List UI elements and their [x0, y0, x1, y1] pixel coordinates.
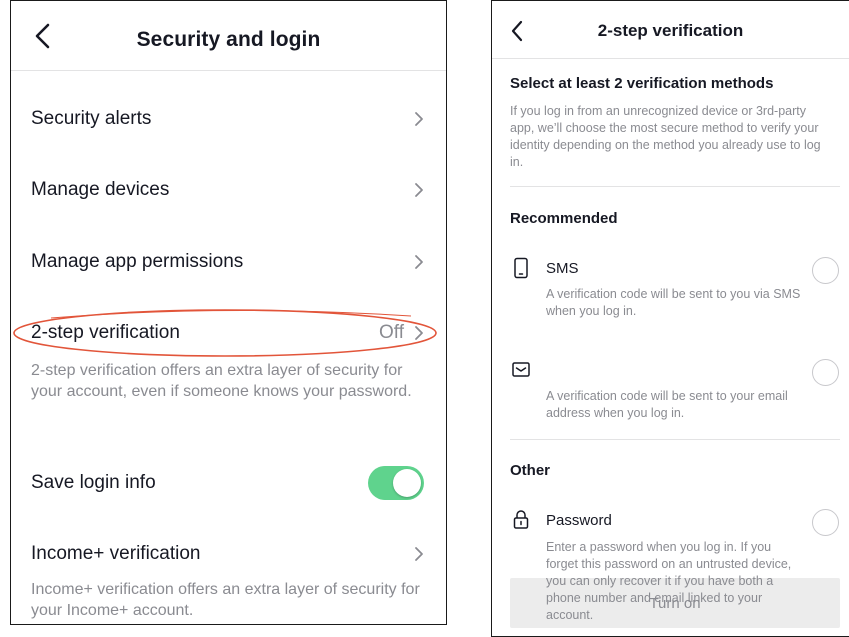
- method-name-sms: SMS: [546, 260, 579, 277]
- save-login-info-row: Save login info: [31, 466, 424, 500]
- sms-radio[interactable]: [812, 257, 839, 284]
- header: Security and login: [11, 1, 446, 71]
- row-label: Income+ verification: [31, 543, 201, 564]
- security-alerts-row[interactable]: Security alerts: [31, 104, 424, 134]
- manage-devices-row[interactable]: Manage devices: [31, 175, 424, 205]
- chevron-right-icon: [415, 326, 423, 340]
- row-label: Manage app permissions: [31, 251, 244, 272]
- row-label: Manage devices: [31, 179, 170, 200]
- intro-text: If you log in from an unrecognized devic…: [510, 104, 821, 169]
- status-value: Off: [379, 322, 404, 343]
- save-login-info-toggle[interactable]: [368, 466, 424, 500]
- email-radio[interactable]: [812, 359, 839, 386]
- header: 2-step verification: [492, 1, 849, 59]
- other-heading: Other: [510, 462, 551, 479]
- two-step-verification-screen: 2-step verification Select at least 2 ve…: [491, 0, 849, 637]
- lock-icon: [513, 510, 529, 529]
- password-radio[interactable]: [812, 509, 839, 536]
- phone-icon: [514, 257, 528, 279]
- recommended-heading: Recommended: [510, 210, 618, 227]
- row-label: Save login info: [31, 472, 156, 493]
- method-description-password: Enter a password when you log in. If you…: [546, 540, 792, 622]
- row-label: 2-step verification: [31, 322, 180, 343]
- income-verification-row[interactable]: Income+ verification: [31, 539, 424, 569]
- method-description-email: A verification code will be sent to your…: [546, 389, 788, 420]
- manage-app-permissions-row[interactable]: Manage app permissions: [31, 247, 424, 277]
- two-step-verification-row[interactable]: 2-step verification Off: [31, 318, 424, 348]
- two-step-verification-description: 2-step verification offers an extra laye…: [31, 362, 412, 400]
- divider: [510, 186, 840, 187]
- email-icon: [512, 362, 530, 377]
- section-heading: Select at least 2 verification methods: [510, 75, 774, 92]
- page-title: 2-step verification: [597, 21, 744, 40]
- toggle-knob: [393, 469, 421, 497]
- page-title: Security and login: [136, 28, 321, 51]
- chevron-right-icon: [415, 547, 423, 561]
- chevron-right-icon: [415, 112, 423, 126]
- row-label: Security alerts: [31, 108, 152, 129]
- method-description-sms: A verification code will be sent to you …: [546, 287, 801, 318]
- chevron-right-icon: [415, 183, 423, 197]
- chevron-right-icon: [415, 255, 423, 269]
- security-and-login-screen: Security and login Security alerts Manag…: [10, 0, 447, 625]
- income-verification-description: Income+ verification offers an extra lay…: [31, 581, 420, 619]
- divider: [510, 439, 840, 440]
- method-name-password: Password: [546, 512, 612, 529]
